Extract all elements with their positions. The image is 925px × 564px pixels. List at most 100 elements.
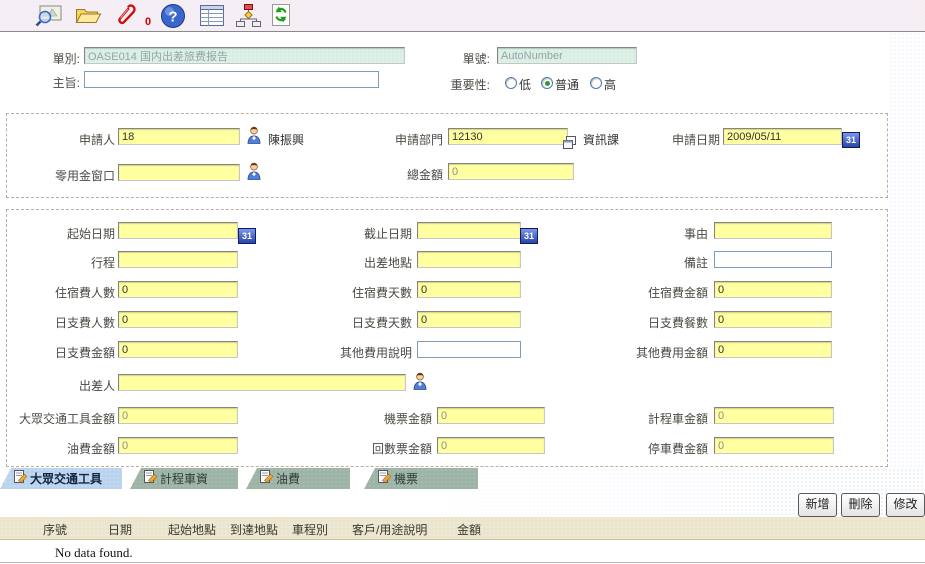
- attachment-count: 0: [145, 16, 151, 28]
- daily-meals-input[interactable]: [714, 311, 832, 328]
- grid-header: 序號 日期 起始地點 到達地點 車程別 客戶/用途說明 金額: [0, 517, 925, 540]
- dept-picker-icon[interactable]: [563, 136, 576, 152]
- detail-grid-band: 大眾交通工具 計程車資 油費: [0, 468, 925, 517]
- importance-option-high[interactable]: 高: [604, 76, 616, 93]
- daily-people-label: 日支費人數: [15, 314, 115, 331]
- importance-radio-high[interactable]: [590, 77, 602, 89]
- grid-col-destination: 到達地點: [230, 521, 278, 538]
- grid-col-trip-type: 車程別: [292, 521, 328, 538]
- other-amount-input[interactable]: [714, 341, 832, 358]
- grid-col-amount: 金額: [457, 521, 481, 538]
- subject-label: 主旨:: [14, 74, 80, 91]
- parking-amount-input: [714, 437, 834, 454]
- edit-doc-icon: [378, 470, 391, 487]
- help-icon[interactable]: ?: [160, 3, 186, 32]
- print-preview-icon[interactable]: [34, 3, 64, 31]
- importance-radio-low[interactable]: [505, 77, 517, 89]
- traveler-input[interactable]: [118, 374, 406, 391]
- applicant-label: 申請人: [15, 131, 115, 148]
- applicant-name: 陳振興: [268, 131, 304, 148]
- edit-doc-icon: [144, 470, 157, 487]
- start-date-calendar-icon[interactable]: 31: [238, 228, 256, 244]
- daily-meals-label: 日支費餐數: [610, 314, 708, 331]
- svg-text:?: ?: [168, 9, 177, 26]
- start-date-input[interactable]: [118, 222, 238, 239]
- person-picker-icon[interactable]: [246, 126, 262, 147]
- traveler-person-icon[interactable]: [412, 372, 428, 393]
- tab-taxi[interactable]: 計程車資: [130, 468, 238, 489]
- tab-label: 計程車資: [160, 470, 208, 487]
- bottom-divider: [0, 562, 925, 563]
- org-chart-icon[interactable]: [235, 3, 262, 31]
- note-label: 備註: [610, 254, 708, 271]
- tab-airfare[interactable]: 機票: [364, 468, 478, 489]
- daily-days-input[interactable]: [417, 311, 521, 328]
- traveler-label: 出差人: [15, 377, 115, 394]
- petty-cash-input[interactable]: [118, 164, 240, 181]
- dept-input[interactable]: [448, 128, 568, 145]
- daily-amount-input[interactable]: [118, 341, 238, 358]
- dept-label: 申請部門: [365, 131, 443, 148]
- refresh-icon[interactable]: [269, 3, 293, 31]
- tab-public-transport[interactable]: 大眾交通工具: [0, 468, 122, 489]
- form-type-field: [84, 47, 405, 64]
- form-type-label: 單別:: [14, 50, 80, 67]
- taxi-amount-label: 計程車金額: [610, 410, 708, 427]
- delete-button[interactable]: 刪除: [841, 493, 880, 517]
- edit-doc-icon: [260, 470, 273, 487]
- other-desc-label: 其他費用說明: [330, 344, 412, 361]
- other-amount-label: 其他費用金額: [610, 344, 708, 361]
- transit-amount-label: 大眾交通工具金額: [5, 410, 115, 427]
- airfare-amount-label: 機票金額: [350, 410, 432, 427]
- apply-date-input[interactable]: [723, 128, 842, 145]
- airfare-amount-input: [437, 407, 545, 424]
- apply-date-calendar-icon[interactable]: 31: [842, 132, 860, 148]
- daily-amount-label: 日支費金額: [15, 344, 115, 361]
- attachment-icon[interactable]: [113, 3, 139, 32]
- location-input[interactable]: [417, 251, 521, 268]
- petty-cash-label: 零用金窗口: [15, 167, 115, 184]
- importance-option-normal[interactable]: 普通: [555, 76, 579, 93]
- modify-button[interactable]: 修改: [886, 493, 925, 517]
- form-no-field: [497, 47, 637, 64]
- itinerary-input[interactable]: [118, 251, 238, 268]
- expense-report-window: 0 ?: [0, 0, 925, 564]
- detail-list-icon[interactable]: [199, 3, 226, 31]
- tab-label: 油費: [276, 470, 300, 487]
- end-date-input[interactable]: [417, 222, 521, 239]
- lodging-amount-input[interactable]: [714, 281, 832, 298]
- total-input: [448, 163, 574, 180]
- coupon-amount-input: [437, 437, 545, 454]
- toolbar: 0 ?: [0, 0, 925, 32]
- lodging-days-input[interactable]: [417, 281, 521, 298]
- subject-input[interactable]: [84, 71, 379, 88]
- start-date-label: 起始日期: [15, 225, 115, 242]
- fuel-amount-input: [118, 437, 238, 454]
- end-date-label: 截止日期: [330, 225, 412, 242]
- other-desc-input[interactable]: [417, 341, 521, 358]
- fuel-amount-label: 油費金額: [15, 440, 115, 457]
- applicant-panel: [6, 113, 888, 198]
- tab-fuel[interactable]: 油費: [246, 468, 350, 489]
- note-input[interactable]: [714, 251, 832, 268]
- lodging-people-label: 住宿費人數: [15, 284, 115, 301]
- applicant-input[interactable]: [118, 128, 240, 145]
- grid-col-purpose: 客戶/用途說明: [352, 521, 427, 538]
- end-date-calendar-icon[interactable]: 31: [520, 228, 538, 244]
- grid-col-seq: 序號: [43, 521, 67, 538]
- itinerary-label: 行程: [15, 254, 115, 271]
- importance-option-low[interactable]: 低: [519, 76, 531, 93]
- transit-amount-input: [118, 407, 238, 424]
- lodging-people-input[interactable]: [118, 281, 238, 298]
- petty-cash-person-icon[interactable]: [246, 162, 262, 183]
- daily-days-label: 日支費天數: [330, 314, 412, 331]
- reason-input[interactable]: [714, 222, 832, 239]
- importance-radio-normal[interactable]: [541, 77, 553, 89]
- open-folder-icon[interactable]: [74, 3, 102, 30]
- grid-col-origin: 起始地點: [168, 521, 216, 538]
- location-label: 出差地點: [330, 254, 412, 271]
- grid-empty-message: No data found.: [55, 545, 133, 561]
- page-background-strip: [889, 32, 925, 468]
- add-button[interactable]: 新增: [798, 493, 837, 517]
- daily-people-input[interactable]: [118, 311, 238, 328]
